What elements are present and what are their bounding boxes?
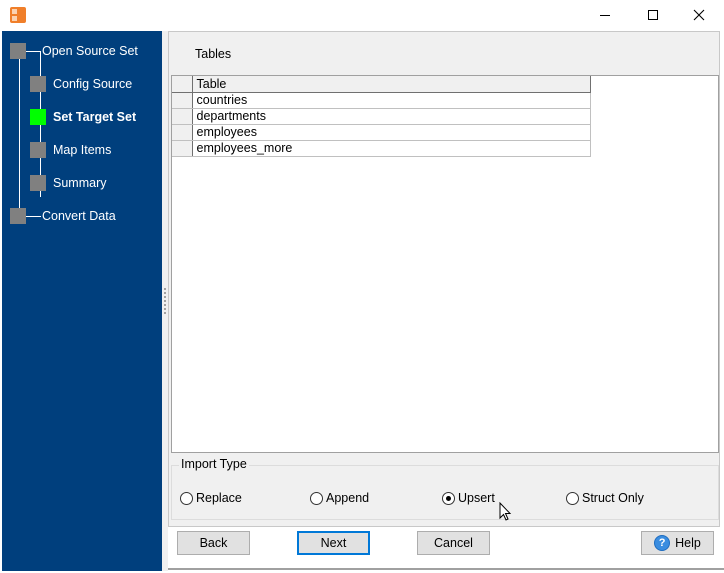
radio-struct-only[interactable]: Struct Only — [566, 491, 644, 505]
mouse-cursor-icon — [499, 502, 512, 521]
radio-checked-icon[interactable] — [442, 491, 455, 505]
step-label: Open Source Set — [42, 44, 138, 58]
minimize-button[interactable] — [582, 0, 628, 30]
column-header-table[interactable]: Table — [192, 76, 591, 93]
tree-line — [19, 59, 20, 217]
help-button[interactable]: ? Help — [641, 531, 714, 555]
radio-label: Struct Only — [582, 491, 644, 505]
step-config-source: Config Source — [30, 76, 132, 92]
import-type-label: Import Type — [179, 457, 249, 471]
radio-label: Replace — [196, 491, 242, 505]
step-map-items: Map Items — [30, 142, 111, 158]
maximize-icon — [648, 10, 658, 20]
app-icon — [10, 7, 26, 23]
row-header-corner — [172, 76, 193, 93]
help-icon: ? — [654, 535, 671, 551]
minimize-icon — [600, 14, 610, 16]
row-header[interactable] — [172, 108, 193, 125]
radio-unchecked-icon[interactable] — [566, 491, 579, 505]
close-icon — [693, 9, 705, 21]
step-status-icon — [30, 109, 46, 125]
next-button[interactable]: Next — [297, 531, 370, 555]
step-status-icon — [30, 76, 46, 92]
step-status-icon — [30, 175, 46, 191]
step-summary: Summary — [30, 175, 106, 191]
row-header[interactable] — [172, 140, 193, 157]
window-border — [168, 568, 724, 570]
table-cell[interactable]: departments — [192, 108, 591, 125]
step-label: Convert Data — [42, 209, 116, 223]
title-bar — [0, 0, 724, 30]
radio-label: Upsert — [458, 491, 495, 505]
grip-icon — [164, 288, 166, 316]
step-label: Set Target Set — [53, 110, 137, 124]
cancel-button[interactable]: Cancel — [417, 531, 490, 555]
step-status-icon — [10, 43, 26, 59]
table-row[interactable]: departments — [172, 108, 591, 125]
table-header-row: Table — [172, 76, 591, 93]
wizard-steps-sidebar: Open Source Set Config Source Set Target… — [2, 31, 162, 571]
radio-unchecked-icon[interactable] — [180, 491, 193, 505]
table-cell[interactable]: employees_more — [192, 140, 591, 157]
tables-table: Table countries departments employees em… — [172, 76, 591, 157]
radio-append[interactable]: Append — [310, 491, 369, 505]
step-convert-data: Convert Data — [10, 208, 116, 224]
table-row[interactable]: employees — [172, 124, 591, 141]
table-cell[interactable]: countries — [192, 92, 591, 109]
step-status-icon — [30, 142, 46, 158]
step-status-icon — [10, 208, 26, 224]
step-label: Summary — [53, 176, 107, 190]
step-label: Config Source — [53, 77, 133, 91]
row-header[interactable] — [172, 124, 193, 141]
help-label: Help — [675, 536, 701, 550]
tables-grid[interactable]: Table countries departments employees em… — [171, 75, 719, 453]
table-cell[interactable]: employees — [192, 124, 591, 141]
radio-replace[interactable]: Replace — [180, 491, 242, 505]
back-button[interactable]: Back — [177, 531, 250, 555]
content-panel: Tables Table countries departments emplo… — [168, 31, 720, 527]
radio-label: Append — [326, 491, 370, 505]
close-button[interactable] — [676, 0, 722, 30]
radio-upsert[interactable]: Upsert — [442, 491, 495, 505]
table-row[interactable]: employees_more — [172, 140, 591, 157]
section-title: Tables — [195, 47, 232, 61]
row-header[interactable] — [172, 92, 193, 109]
step-open-source-set: Open Source Set — [10, 43, 138, 59]
step-label: Map Items — [53, 143, 112, 157]
import-type-group: Import Type Replace Append Upsert Struct… — [171, 457, 719, 520]
maximize-button[interactable] — [630, 0, 676, 30]
wizard-window: Open Source Set Config Source Set Target… — [0, 0, 724, 573]
table-row[interactable]: countries — [172, 92, 591, 109]
radio-unchecked-icon[interactable] — [310, 491, 323, 505]
step-set-target-set: Set Target Set — [30, 109, 136, 125]
